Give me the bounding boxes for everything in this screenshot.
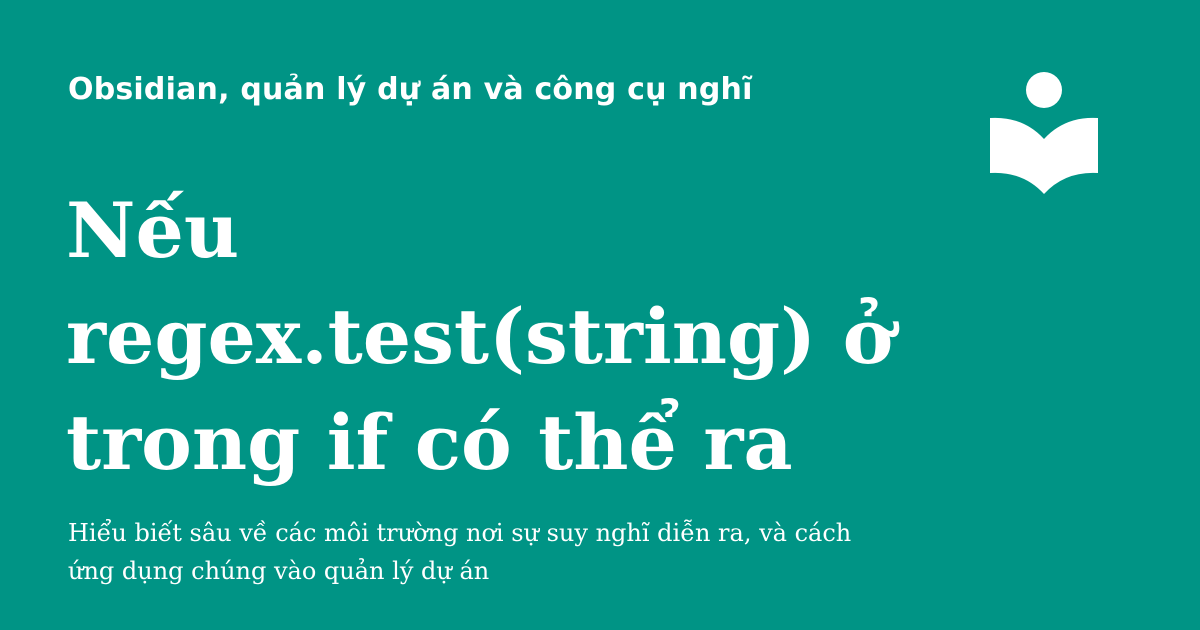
page-title: Nếu regex.test(string) ở trong if có thể… xyxy=(66,186,894,487)
page-description: Hiểu biết sâu về các môi trường nơi sự s… xyxy=(68,519,852,585)
title-container: Nếu regex.test(string) ở trong if có thể… xyxy=(66,178,946,488)
reading-book-icon xyxy=(988,70,1100,198)
site-name: Obsidian, quản lý dự án và công cụ nghĩ xyxy=(68,72,753,107)
